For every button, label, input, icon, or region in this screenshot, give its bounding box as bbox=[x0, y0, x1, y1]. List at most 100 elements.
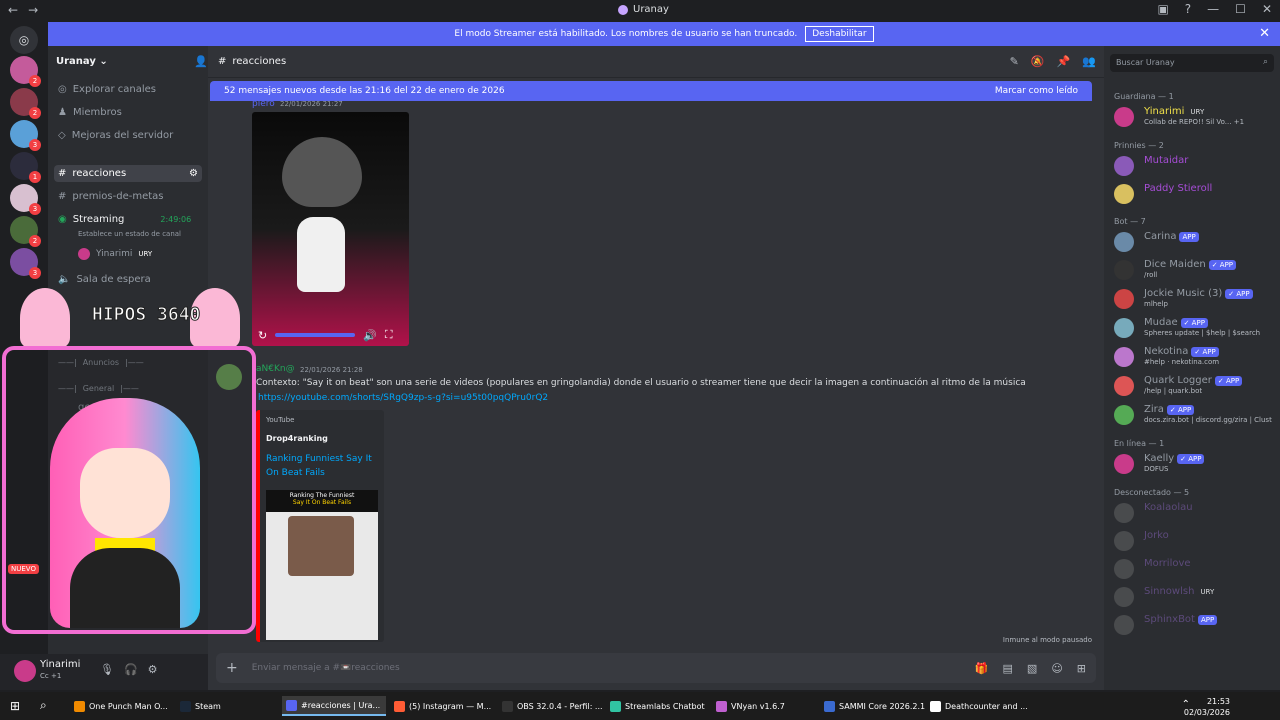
taskbar-item[interactable]: One Punch Man O... bbox=[70, 696, 168, 716]
message-author[interactable]: piero bbox=[252, 99, 275, 109]
thumbnail-person bbox=[288, 516, 354, 576]
member-item[interactable]: Zira ✓ APP docs.zira.bot | discord.gg/zira… bbox=[1114, 402, 1278, 428]
member-item[interactable]: Mudae ✓ APP Spheres update | $help | $sear… bbox=[1114, 315, 1278, 341]
discord-home-icon[interactable]: ◎ bbox=[10, 26, 38, 54]
member-item[interactable]: Yinarimi URY Collab de REPO!! Sil Vo... +1 bbox=[1114, 104, 1278, 130]
embed-author[interactable]: Drop4ranking bbox=[266, 434, 328, 443]
member-name: Jockie Music (3) ✓ APP bbox=[1144, 288, 1253, 299]
server-icon[interactable]: 2 bbox=[10, 88, 41, 119]
invite-icon[interactable]: 👤 bbox=[194, 55, 208, 68]
back-icon[interactable]: ← bbox=[8, 3, 18, 17]
member-tag: URY bbox=[1200, 587, 1215, 596]
server-icon[interactable]: 3 bbox=[10, 120, 41, 151]
search-icon[interactable]: ⌕ bbox=[40, 698, 47, 713]
explore-channels[interactable]: ◎ Explorar canales bbox=[58, 84, 156, 95]
embed-thumbnail[interactable]: Ranking The Funniest Say It On Beat Fails bbox=[266, 490, 378, 640]
channel-reacciones[interactable]: # reacciones ⚙ bbox=[54, 165, 202, 182]
server-icon[interactable]: 3 bbox=[10, 184, 41, 215]
windows-start-icon[interactable]: ⊞ bbox=[10, 699, 20, 713]
member-item[interactable]: Paddy Stieroll bbox=[1114, 181, 1278, 207]
youtube-link[interactable]: https://youtube.com/shorts/SRgQ9zp-s-g?s… bbox=[258, 393, 548, 403]
apps-icon[interactable]: ⊞ bbox=[1077, 662, 1086, 675]
taskbar-item[interactable]: Deathcounter and ... bbox=[926, 696, 1028, 716]
volume-icon[interactable]: 🔊 bbox=[363, 329, 377, 342]
close-button[interactable]: ✕ bbox=[1262, 2, 1272, 16]
member-item[interactable]: Koalaolau bbox=[1114, 500, 1278, 526]
settings-icon[interactable]: ⚙ bbox=[189, 168, 198, 179]
server-name[interactable]: Uranay ⌄ bbox=[56, 56, 108, 67]
server-icon[interactable]: 3 bbox=[10, 248, 41, 279]
member-item[interactable]: Kaelly ✓ APP DOFUS bbox=[1114, 451, 1278, 477]
member-item[interactable]: Sinnowlsh URY bbox=[1114, 584, 1278, 610]
new-badge: NUEVO bbox=[8, 564, 39, 574]
voice-user[interactable]: Yinarimi URY bbox=[78, 248, 152, 260]
taskbar-item[interactable]: OBS 32.0.4 - Perfil: ... bbox=[498, 696, 603, 716]
search-input[interactable]: Buscar Uranay ⌕ bbox=[1110, 54, 1274, 72]
taskbar-item[interactable]: (5) Instagram — M... bbox=[390, 696, 491, 716]
member-item[interactable]: Dice Maiden ✓ APP/roll bbox=[1114, 257, 1278, 283]
member-item[interactable]: Carina APP bbox=[1114, 229, 1278, 255]
avatar[interactable] bbox=[14, 660, 36, 682]
clock[interactable]: 21:53 02/03/2026 bbox=[1184, 696, 1230, 718]
video-attachment[interactable]: ↻ 🔊 ⛶ bbox=[252, 112, 409, 346]
add-attachment-icon[interactable]: + bbox=[226, 660, 238, 676]
server-icon[interactable]: 2 bbox=[10, 56, 41, 87]
gift-icon[interactable]: 🎁 bbox=[975, 662, 989, 675]
mark-read-button[interactable]: Marcar como leído bbox=[995, 86, 1078, 96]
gif-icon[interactable]: ▤ bbox=[1003, 662, 1013, 675]
voice-status[interactable]: Establece un estado de canal bbox=[78, 230, 181, 238]
notifications-icon[interactable]: 🔕 bbox=[1031, 55, 1045, 68]
member-list-icon[interactable]: 👥 bbox=[1082, 55, 1096, 68]
embed-provider: YouTube bbox=[266, 416, 295, 424]
headphones-icon[interactable]: 🎧 bbox=[124, 663, 138, 676]
message-author[interactable]: aN€Kn@ bbox=[256, 364, 295, 374]
voice-streaming[interactable]: ◉ Streaming 2:49:06 bbox=[58, 214, 191, 225]
channel-premios[interactable]: # premios-de-metas bbox=[58, 191, 164, 202]
member-name: Dice Maiden ✓ APP bbox=[1144, 259, 1237, 270]
message-input[interactable]: Enviar mensaje a #📼reacciones bbox=[252, 663, 961, 673]
taskbar-item[interactable]: Steam bbox=[176, 696, 226, 716]
member-item[interactable]: SphinxBot APP bbox=[1114, 612, 1278, 638]
threads-icon[interactable]: ✎ bbox=[1010, 55, 1019, 68]
server-icon[interactable]: 2 bbox=[10, 216, 41, 247]
new-messages-bar[interactable]: 52 mensajes nuevos desde las 21:16 del 2… bbox=[210, 81, 1092, 101]
server-boosts[interactable]: ◇ Mejoras del servidor bbox=[58, 130, 173, 141]
member-item[interactable]: Jorko bbox=[1114, 528, 1278, 554]
user-controls: 🎙 🎧 ⚙ bbox=[100, 663, 158, 676]
member-item[interactable]: Mutaidar bbox=[1114, 153, 1278, 179]
video-progress[interactable] bbox=[275, 333, 356, 337]
replay-icon[interactable]: ↻ bbox=[258, 329, 267, 342]
user-name[interactable]: Yinarimi bbox=[40, 659, 80, 670]
inbox-icon[interactable]: ▣ bbox=[1157, 2, 1168, 16]
sticker-icon[interactable]: ▧ bbox=[1027, 662, 1037, 675]
member-item[interactable]: Nekotina ✓ APP #help · nekotina.com bbox=[1114, 344, 1278, 370]
emoji-icon[interactable]: ☺ bbox=[1051, 662, 1062, 675]
disable-button[interactable]: Deshabilitar bbox=[805, 26, 874, 42]
user-panel: Yinarimi Cc +1 🎙 🎧 ⚙ bbox=[0, 654, 208, 690]
member-item[interactable]: Jockie Music (3) ✓ APP mlhelp bbox=[1114, 286, 1278, 312]
microphone-icon[interactable]: 🎙 bbox=[100, 663, 114, 676]
member-name: Carina APP bbox=[1144, 231, 1199, 242]
taskbar-item[interactable]: VNyan v1.6.7 bbox=[712, 696, 785, 716]
server-icon[interactable]: 1 bbox=[10, 152, 41, 183]
settings-icon[interactable]: ⚙ bbox=[148, 663, 158, 676]
members-link[interactable]: ♟ Miembros bbox=[58, 107, 122, 118]
forward-icon[interactable]: → bbox=[28, 3, 38, 17]
nav-buttons: ← → bbox=[8, 3, 38, 17]
help-icon[interactable]: ? bbox=[1185, 2, 1191, 16]
avatar bbox=[1114, 615, 1134, 635]
embed-title[interactable]: Ranking Funniest Say It On Beat Fails bbox=[266, 452, 380, 480]
taskbar-item[interactable]: SAMMI Core 2026.2.1 bbox=[820, 696, 925, 716]
member-item[interactable]: Morrilove bbox=[1114, 556, 1278, 582]
message-composer[interactable]: + Enviar mensaje a #📼reacciones 🎁 ▤ ▧ ☺ … bbox=[216, 653, 1096, 683]
channel-waiting[interactable]: 🔈 Sala de espera bbox=[58, 274, 151, 285]
minimize-button[interactable]: — bbox=[1207, 2, 1219, 16]
pin-icon[interactable]: 📌 bbox=[1057, 55, 1071, 68]
member-item[interactable]: Quark Logger ✓ APP/help | quark.bot bbox=[1114, 373, 1278, 399]
maximize-button[interactable]: ☐ bbox=[1235, 2, 1246, 16]
fullscreen-icon[interactable]: ⛶ bbox=[385, 328, 393, 342]
banner-close-icon[interactable]: ✕ bbox=[1259, 26, 1270, 41]
avatar bbox=[1114, 184, 1134, 204]
taskbar-item[interactable]: #reacciones | Ura... bbox=[282, 696, 386, 716]
taskbar-item[interactable]: Streamlabs Chatbot bbox=[606, 696, 705, 716]
